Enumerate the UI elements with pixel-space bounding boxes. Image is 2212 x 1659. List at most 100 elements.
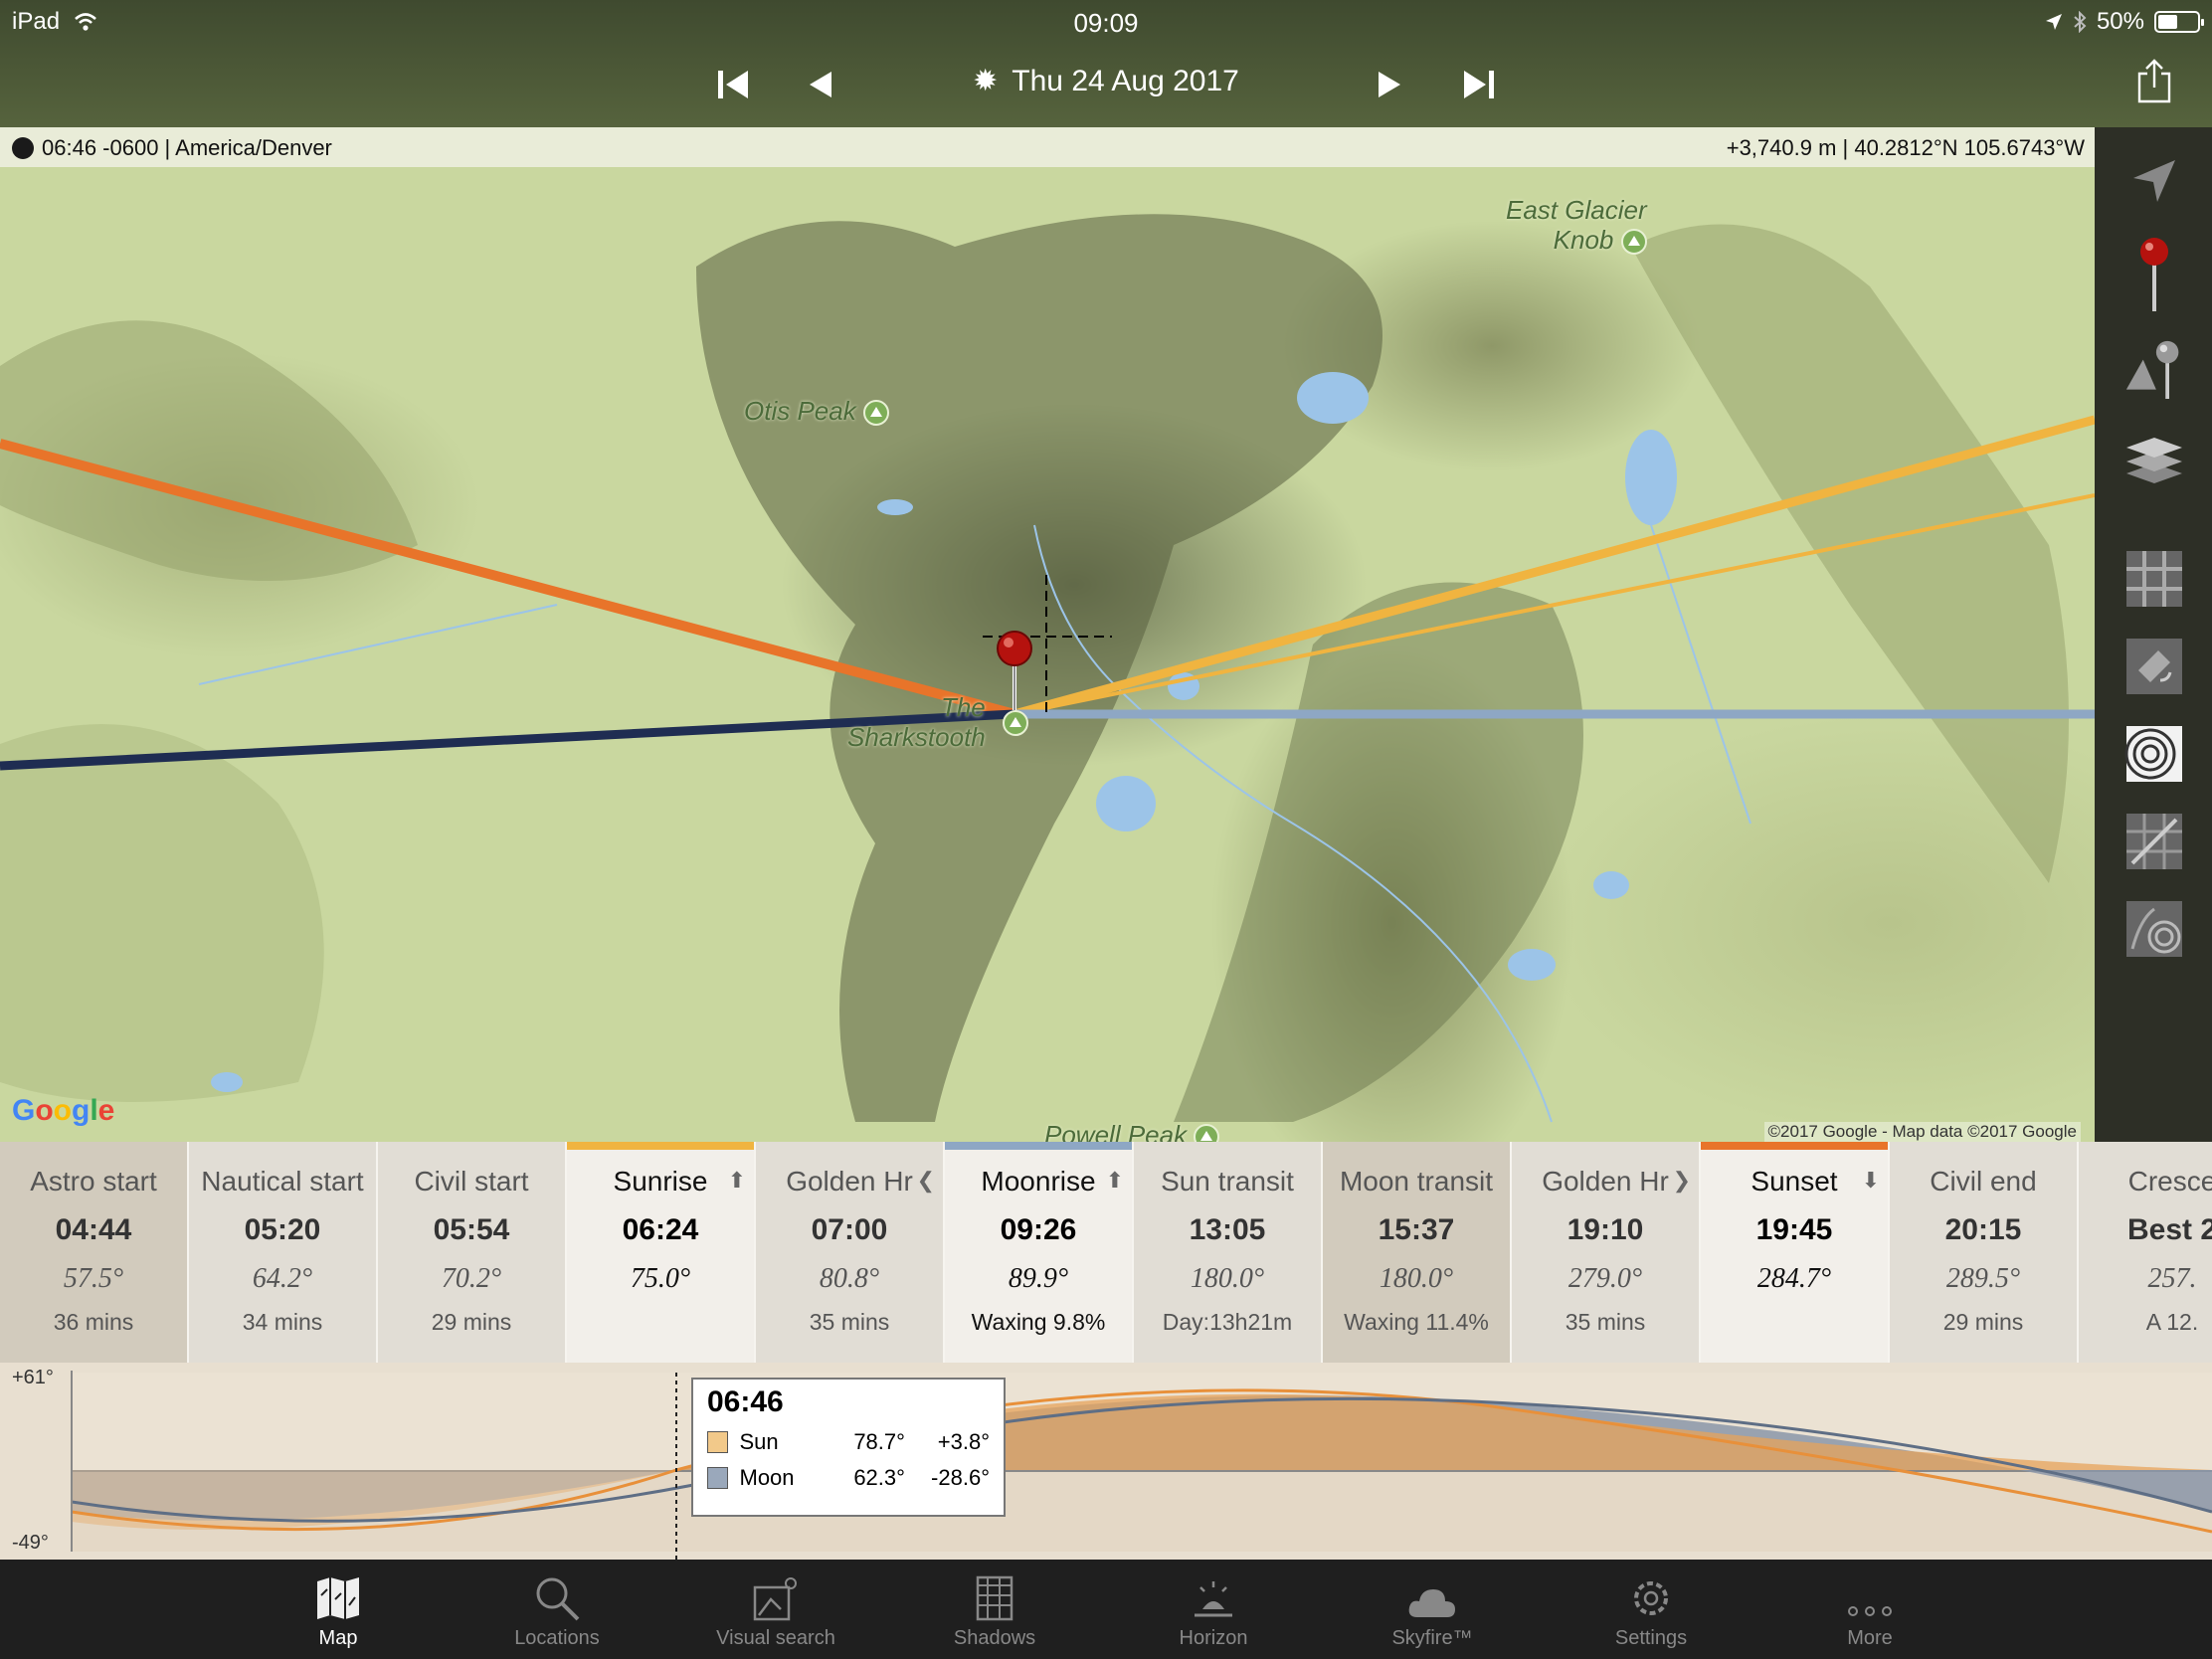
event-column[interactable]: Civil end 20:15 289.5° 29 mins [1890, 1142, 2079, 1363]
event-time: 19:10 [1567, 1213, 1644, 1246]
secondary-pin-button[interactable] [2124, 334, 2184, 404]
topo-button[interactable] [2124, 724, 2184, 784]
sharkstooth-peak-icon [1003, 710, 1028, 736]
locate-arrow-icon [2133, 160, 2175, 202]
date-label[interactable]: ✹ Thu 24 Aug 2017 [0, 64, 2212, 98]
event-column[interactable]: Cresce Best 2 257. A 12. [2079, 1142, 2212, 1363]
map-label-east-glacier-knob[interactable]: East Glacier Knob [1506, 195, 1647, 256]
event-name: Sunrise [613, 1166, 708, 1197]
event-column[interactable]: Civil start 05:54 70.2° 29 mins [378, 1142, 567, 1363]
event-column[interactable]: Golden Hr 19:10 279.0° 35 mins ❯ [1512, 1142, 1701, 1363]
event-extra: 29 mins [1942, 1309, 2024, 1335]
moon-phase-icon [12, 137, 34, 159]
locate-button[interactable] [2124, 151, 2184, 211]
event-name: Moonrise [981, 1166, 1096, 1197]
top-bar: iPad 09:09 50% ✹ Thu 24 Aug 2017 [0, 0, 2212, 127]
tab-settings[interactable]: Settings [1542, 1560, 1760, 1659]
street-map-icon [2126, 551, 2182, 607]
event-extra: 34 mins [242, 1309, 323, 1335]
tab-map[interactable]: Map [229, 1560, 448, 1659]
sun-label: Sun [739, 1429, 779, 1454]
map-view[interactable]: 06:46 -0600 | America/Denver +3,740.9 m … [0, 127, 2095, 1142]
map-label-sharkstooth[interactable]: The Sharkstooth [847, 692, 986, 752]
elevation-tooltip: 06:46 Sun 78.7° +3.8° Moon 62.3° -28.6° [691, 1378, 1006, 1517]
coordinates-text: +3,740.9 m | 40.2812°N 105.6743°W [1726, 135, 2085, 160]
status-right: 50% [2045, 8, 2204, 36]
map-terrain [0, 214, 2095, 1123]
event-extra: 35 mins [1565, 1309, 1646, 1335]
next-day-button[interactable] [1365, 60, 1414, 109]
event-column[interactable]: Sunrise 06:24 75.0° ⬆ [567, 1142, 756, 1363]
peak-icon [1620, 229, 1647, 256]
street-map-button[interactable] [2124, 549, 2184, 609]
map-icon [317, 1577, 359, 1619]
date-navigation: ✹ Thu 24 Aug 2017 [0, 60, 2212, 109]
event-column[interactable]: Golden Hr 07:00 80.8° 35 mins ❮ [756, 1142, 945, 1363]
tab-label: Shadows [953, 1627, 1036, 1649]
event-azimuth: 75.0° [630, 1263, 691, 1294]
event-extra: Waxing 11.4% [1344, 1309, 1489, 1335]
event-extra: 35 mins [809, 1309, 890, 1335]
event-column[interactable]: Nautical start 05:20 64.2° 34 mins [189, 1142, 378, 1363]
primary-pin-button[interactable] [2124, 231, 2184, 320]
cloud-icon [1408, 1589, 1455, 1617]
moon-azimuth: 62.3° [853, 1465, 905, 1490]
tab-label: More [1847, 1627, 1893, 1649]
tab-locations[interactable]: Locations [448, 1560, 666, 1659]
topo-icon [2124, 726, 2182, 782]
event-color-bar [1701, 1142, 1888, 1150]
terrain-button[interactable] [2124, 899, 2184, 959]
battery-fill [2158, 15, 2177, 29]
tab-shadows[interactable]: Shadows [885, 1560, 1104, 1659]
tab-bar: Map Locations Visual search Shadows Hori… [0, 1560, 2212, 1659]
event-column[interactable]: Sunset 19:45 284.7° ⬇ [1701, 1142, 1890, 1363]
event-column[interactable]: Astro start 04:44 57.5° 36 mins [0, 1142, 189, 1363]
events-strip[interactable]: Astro start 04:44 57.5° 36 mins Nautical sta… [0, 1142, 2212, 1363]
moon-swatch [707, 1467, 728, 1489]
tab-horizon[interactable]: Horizon [1104, 1560, 1323, 1659]
event-extra: Day:13h21m [1162, 1309, 1293, 1335]
tooltip-moon-row: Moon 62.3° -28.6° [707, 1465, 990, 1491]
map-label-otis-peak[interactable]: Otis Peak [744, 396, 889, 427]
event-time: 07:00 [811, 1213, 888, 1246]
event-azimuth: 180.0° [1379, 1263, 1454, 1294]
event-color-bar [567, 1142, 754, 1150]
event-time: 20:15 [1944, 1213, 2022, 1246]
event-column[interactable]: Moonrise 09:26 89.9° Waxing 9.8% ⬆ [945, 1142, 1134, 1363]
tab-skyfire[interactable]: Skyfire™ [1323, 1560, 1542, 1659]
location-pin-icon[interactable] [995, 631, 1034, 710]
event-name: Civil start [414, 1166, 529, 1197]
map-label-powell-peak[interactable]: Powell Peak [1044, 1120, 1220, 1142]
event-arrow-icon: ⬆ [1105, 1168, 1124, 1193]
layers-button[interactable] [2124, 430, 2184, 489]
event-time: 05:20 [244, 1213, 321, 1246]
google-logo: Google [12, 1094, 115, 1127]
event-arrow-icon: ⬇ [1861, 1168, 1880, 1193]
hybrid-map-button[interactable] [2124, 812, 2184, 871]
event-time: 13:05 [1189, 1213, 1266, 1246]
satellite-button[interactable] [2124, 637, 2184, 696]
event-name: Sunset [1751, 1166, 1838, 1197]
elevation-graph[interactable]: +61° -49° 06:46 Sun 78.7° +3.8° Moon 62.… [0, 1363, 2212, 1560]
moon-elevation: -28.6° [931, 1465, 990, 1490]
event-column[interactable]: Sun transit 13:05 180.0° Day:13h21m [1134, 1142, 1323, 1363]
play-forward-icon [1379, 72, 1400, 97]
tab-label: Skyfire™ [1391, 1627, 1473, 1649]
tab-visual-search[interactable]: Visual search [666, 1560, 885, 1659]
event-column[interactable]: Moon transit 15:37 180.0° Waxing 11.4% [1323, 1142, 1512, 1363]
event-extra: A 12. [2145, 1309, 2199, 1335]
last-day-button[interactable] [1454, 60, 1504, 109]
event-arrow-icon: ❮ [916, 1168, 935, 1193]
tab-label: Map [318, 1627, 358, 1649]
map-info-left: 06:46 -0600 | America/Denver [12, 135, 332, 161]
label-line-1: The [940, 692, 986, 722]
share-button[interactable] [2134, 58, 2174, 107]
tooltip-sun-row: Sun 78.7° +3.8° [707, 1429, 990, 1455]
event-azimuth: 89.9° [1008, 1263, 1069, 1294]
event-time: 09:26 [1000, 1213, 1077, 1246]
tab-more[interactable]: More [1760, 1560, 1979, 1659]
battery-icon [2154, 11, 2204, 33]
label-line-2: Knob [1553, 225, 1614, 255]
more-dots-icon [1848, 1606, 1892, 1616]
event-azimuth: 80.8° [819, 1263, 880, 1294]
